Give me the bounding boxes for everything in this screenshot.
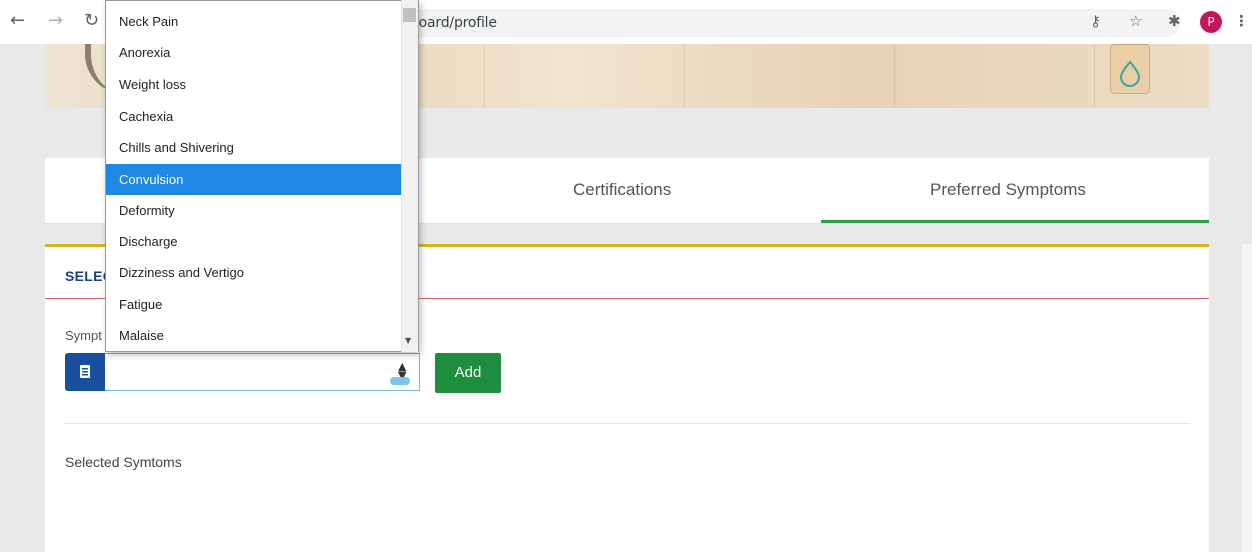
symptoms-field-label: Sympt <box>65 328 102 343</box>
dropdown-option[interactable]: Fatigue <box>106 289 403 320</box>
dropdown-option[interactable]: Anorexia <box>106 37 403 68</box>
dropdown-option[interactable]: Neck Pain <box>106 6 403 37</box>
kebab-menu-icon[interactable]: ⋮ <box>1234 12 1249 30</box>
dropdown-scrollbar-thumb[interactable] <box>403 8 416 22</box>
dropdown-option-highlighted[interactable]: Convulsion <box>106 164 403 195</box>
symptoms-dropdown-list[interactable]: Neck Pain Anorexia Weight loss Cachexia … <box>105 0 419 352</box>
key-icon[interactable]: ⚷ <box>1090 12 1101 30</box>
star-icon[interactable]: ☆ <box>1129 12 1142 30</box>
dropdown-option[interactable]: Weight loss <box>106 69 403 100</box>
reload-icon[interactable]: ↻ <box>84 10 99 31</box>
content-divider <box>65 423 1190 424</box>
dropdown-option[interactable]: Deformity <box>106 195 403 226</box>
dropdown-scrollbar[interactable] <box>401 0 418 352</box>
dropdown-option[interactable]: Cachexia <box>106 101 403 132</box>
back-arrow-icon[interactable]: ← <box>10 10 25 31</box>
selected-symptoms-label: Selected Symtoms <box>65 454 182 470</box>
address-bar-url[interactable]: board/profile <box>410 15 497 31</box>
puzzle-icon[interactable]: ✱ <box>1168 12 1181 30</box>
profile-avatar[interactable]: P <box>1200 11 1222 33</box>
dropdown-option[interactable]: Dizziness and Vertigo <box>106 257 403 288</box>
add-button[interactable]: Add <box>435 353 501 393</box>
forward-arrow-icon[interactable]: → <box>48 10 63 31</box>
symptoms-select[interactable] <box>105 353 420 391</box>
tab-certifications[interactable]: Certifications <box>573 180 671 200</box>
dropdown-option[interactable]: Chills and Shivering <box>106 132 403 163</box>
mouse-cursor <box>390 377 410 385</box>
dropdown-option[interactable]: Discharge <box>106 226 403 257</box>
water-drop-icon <box>1119 60 1141 87</box>
calendar-button[interactable] <box>65 353 105 391</box>
calendar-icon <box>80 365 90 378</box>
tab-preferred-symptoms[interactable]: Preferred Symptoms <box>930 180 1086 200</box>
active-tab-indicator <box>821 220 1209 223</box>
dropdown-option[interactable]: Malaise <box>106 320 403 351</box>
scroll-down-arrow-icon[interactable]: ▼ <box>405 336 411 345</box>
